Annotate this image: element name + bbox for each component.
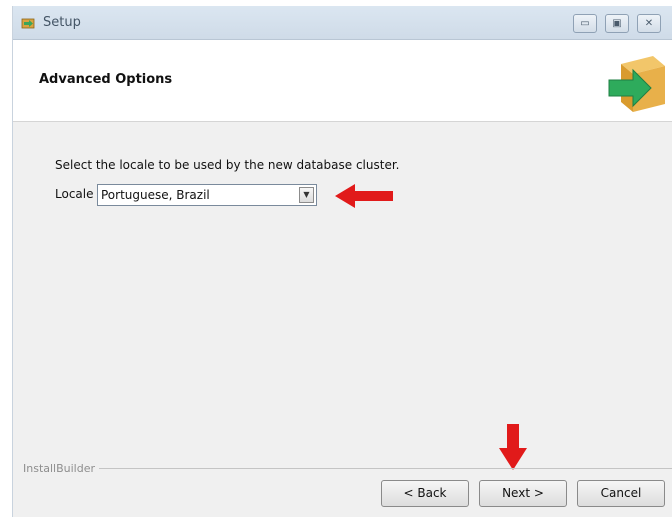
locale-select[interactable]: Portuguese, Brazil ▼	[97, 184, 317, 206]
installer-box-arrow-icon	[608, 56, 665, 112]
red-arrow-left-icon	[335, 184, 393, 208]
maximize-icon: ▣	[612, 18, 622, 29]
window-title: Setup	[43, 15, 81, 30]
back-button[interactable]: < Back	[381, 480, 469, 507]
maximize-button[interactable]: ▣	[605, 14, 629, 33]
brand-label: InstallBuilder	[23, 462, 96, 475]
minimize-icon: ▭	[580, 18, 590, 29]
minimize-button[interactable]: ▭	[573, 14, 597, 33]
next-button[interactable]: Next >	[479, 480, 567, 507]
header-panel: Advanced Options	[13, 40, 672, 122]
dropdown-button[interactable]: ▼	[299, 187, 314, 203]
close-icon: ✕	[644, 18, 654, 29]
setup-app-icon	[21, 18, 35, 29]
chevron-down-icon: ▼	[303, 190, 310, 199]
page-title: Advanced Options	[39, 72, 173, 87]
footer-divider	[99, 468, 672, 469]
locale-instruction: Select the locale to be used by the new …	[55, 158, 400, 172]
red-arrow-down-icon	[499, 424, 527, 470]
title-bar: Setup ▭ ▣ ✕	[13, 6, 672, 40]
locale-label: Locale	[55, 187, 94, 201]
close-button[interactable]: ✕	[637, 14, 661, 33]
locale-selected-value: Portuguese, Brazil	[101, 188, 210, 202]
cancel-button[interactable]: Cancel	[577, 480, 665, 507]
setup-window: Setup ▭ ▣ ✕ Advanced Options Select the …	[12, 6, 672, 517]
